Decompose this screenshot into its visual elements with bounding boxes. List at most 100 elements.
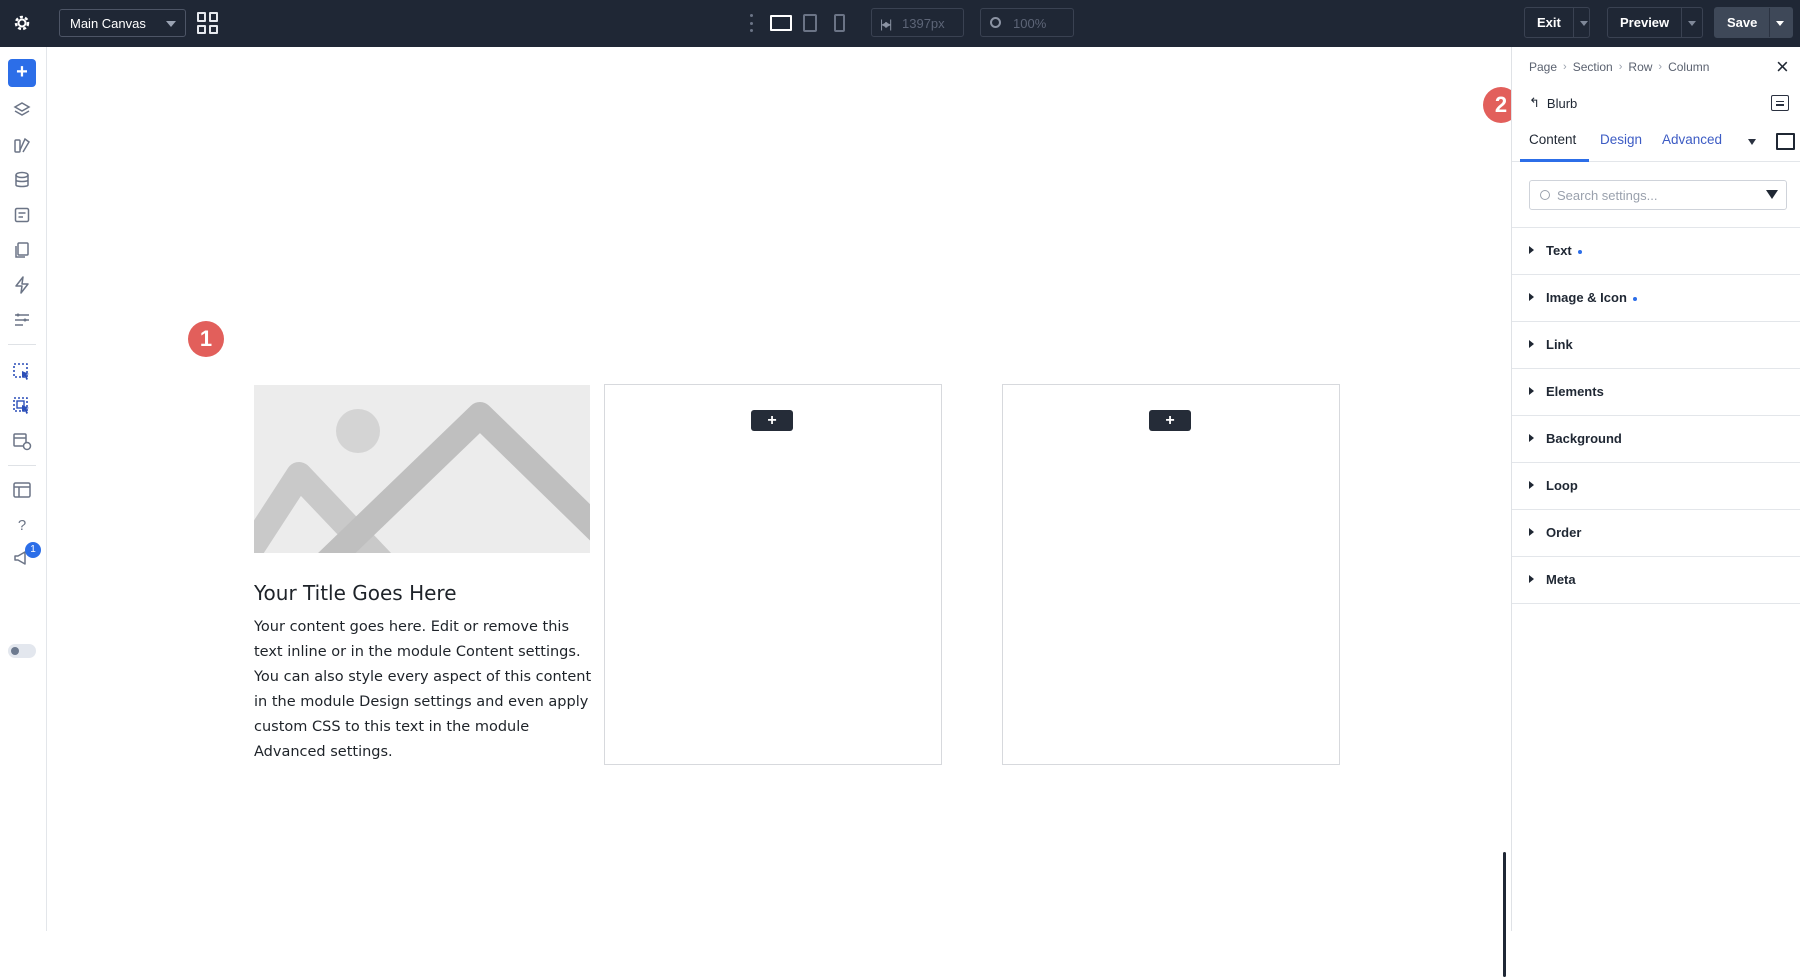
design-library-icon[interactable] <box>12 135 32 155</box>
more-options-icon[interactable] <box>748 12 754 34</box>
preview-label: Preview <box>1620 15 1670 30</box>
responsive-view-icon[interactable] <box>1776 133 1795 150</box>
top-toolbar: Main Canvas |◂▸| 1397px 100% Exit Previe… <box>0 0 1800 47</box>
tab-design[interactable]: Design <box>1600 132 1642 147</box>
exit-label: Exit <box>1537 15 1561 30</box>
option-group-meta[interactable]: Meta <box>1512 557 1800 604</box>
modified-dot <box>1632 296 1637 301</box>
module-name: Blurb <box>1546 95 1578 111</box>
search-icon <box>990 17 1001 28</box>
library-icon[interactable] <box>12 480 32 500</box>
canvas-width-field[interactable]: |◂▸| 1397px <box>871 8 964 37</box>
back-arrow-icon[interactable]: ↰ <box>1529 95 1540 111</box>
help-icon[interactable]: ? <box>12 515 32 535</box>
image-placeholder[interactable] <box>254 385 590 553</box>
settings-tabs: Content Design Advanced <box>1512 122 1800 162</box>
chevron-right-icon: › <box>1563 61 1567 73</box>
option-group-label: Image & Icon <box>1546 290 1627 305</box>
layout-grid-icon[interactable] <box>197 12 219 34</box>
sidebar-divider <box>8 465 36 466</box>
blurb-body[interactable]: Your content goes here. Edit or remove t… <box>254 615 596 765</box>
empty-column[interactable]: + <box>1002 384 1340 765</box>
tablet-view-icon[interactable] <box>803 14 817 32</box>
save-button[interactable]: Save <box>1714 7 1793 38</box>
module-header: ↰ Blurb <box>1529 95 1577 111</box>
zoom-field[interactable]: 100% <box>980 8 1074 37</box>
option-group-text[interactable]: Text <box>1512 228 1800 275</box>
settings-panel: Page › Section › Row › Column × ↰ Blurb … <box>1511 47 1800 931</box>
mode-toggle[interactable] <box>8 644 36 658</box>
database-icon[interactable] <box>12 170 32 190</box>
empty-column[interactable]: + <box>604 384 942 765</box>
search-placeholder: Search settings... <box>1557 188 1658 203</box>
chevron-right-icon: › <box>1658 61 1663 73</box>
caret-right-icon <box>1529 434 1534 442</box>
breadcrumb-column[interactable]: Column <box>1668 60 1709 74</box>
pages-icon[interactable] <box>12 240 32 260</box>
chevron-right-icon: › <box>1618 61 1623 73</box>
add-module-button[interactable]: + <box>8 59 36 87</box>
select-element-icon[interactable] <box>12 362 32 382</box>
option-group-label: Link <box>1546 337 1573 352</box>
close-icon[interactable]: × <box>1776 56 1789 78</box>
step-marker-1: 1 <box>188 321 224 357</box>
save-label: Save <box>1727 15 1758 30</box>
active-tab-indicator <box>1520 159 1589 162</box>
select-multiple-icon[interactable] <box>12 396 32 416</box>
canvas-width-value: 1397px <box>902 16 945 31</box>
caret-right-icon <box>1529 575 1534 583</box>
forms-icon[interactable] <box>12 205 32 225</box>
option-group-label: Elements <box>1546 384 1604 399</box>
add-module-button[interactable]: + <box>751 410 793 431</box>
gear-icon[interactable] <box>10 11 34 35</box>
breadcrumb-section[interactable]: Section <box>1573 60 1613 74</box>
breadcrumb: Page › Section › Row › Column <box>1529 60 1709 74</box>
layers-icon[interactable] <box>12 100 32 120</box>
search-icon <box>1540 190 1550 200</box>
option-group-order[interactable]: Order <box>1512 510 1800 557</box>
caret-right-icon <box>1529 528 1534 536</box>
caret-right-icon <box>1529 340 1534 348</box>
breadcrumb-page[interactable]: Page <box>1529 60 1557 74</box>
caret-right-icon <box>1529 293 1534 301</box>
option-group-elements[interactable]: Elements <box>1512 369 1800 416</box>
theme-builder-icon[interactable] <box>12 431 32 451</box>
add-module-button[interactable]: + <box>1149 410 1191 431</box>
settings-search-input[interactable]: Search settings... <box>1529 180 1787 210</box>
save-dropdown-icon[interactable] <box>1769 8 1789 37</box>
tab-advanced[interactable]: Advanced <box>1662 132 1722 147</box>
blurb-title[interactable]: Your Title Goes Here <box>254 581 457 605</box>
exit-button[interactable]: Exit <box>1524 7 1590 38</box>
preset-settings-icon[interactable] <box>1771 95 1789 111</box>
chevron-down-icon <box>166 21 176 27</box>
option-group-background[interactable]: Background <box>1512 416 1800 463</box>
phone-view-icon[interactable] <box>834 14 845 32</box>
toggle-knob <box>11 647 19 655</box>
option-group-loop[interactable]: Loop <box>1512 463 1800 510</box>
canvas-select[interactable]: Main Canvas <box>59 9 186 37</box>
filter-icon[interactable] <box>1766 190 1778 199</box>
caret-right-icon <box>1529 387 1534 395</box>
lightning-icon[interactable] <box>12 275 32 295</box>
caret-right-icon <box>1529 246 1534 254</box>
chevron-down-icon[interactable] <box>1748 139 1756 145</box>
option-group-label: Background <box>1546 431 1622 446</box>
list-settings-icon[interactable] <box>12 310 32 330</box>
builder-canvas: 1 Your Title Goes Here Your content goes… <box>47 47 1519 977</box>
sidebar-divider <box>8 344 36 345</box>
tab-content[interactable]: Content <box>1529 132 1576 147</box>
preview-button[interactable]: Preview <box>1607 7 1703 38</box>
breadcrumb-row[interactable]: Row <box>1628 60 1652 74</box>
caret-right-icon <box>1529 481 1534 489</box>
option-group-label: Order <box>1546 525 1582 540</box>
option-group-label: Loop <box>1546 478 1578 493</box>
option-group-image-icon[interactable]: Image & Icon <box>1512 275 1800 322</box>
notification-badge: 1 <box>25 542 41 558</box>
desktop-view-icon[interactable] <box>770 15 792 31</box>
option-group-link[interactable]: Link <box>1512 322 1800 369</box>
preview-dropdown-icon[interactable] <box>1681 8 1701 37</box>
option-group-label: Meta <box>1546 572 1576 587</box>
zoom-value: 100% <box>1013 16 1047 31</box>
exit-dropdown-icon[interactable] <box>1572 8 1589 37</box>
canvas-scrollbar[interactable] <box>1503 852 1506 977</box>
